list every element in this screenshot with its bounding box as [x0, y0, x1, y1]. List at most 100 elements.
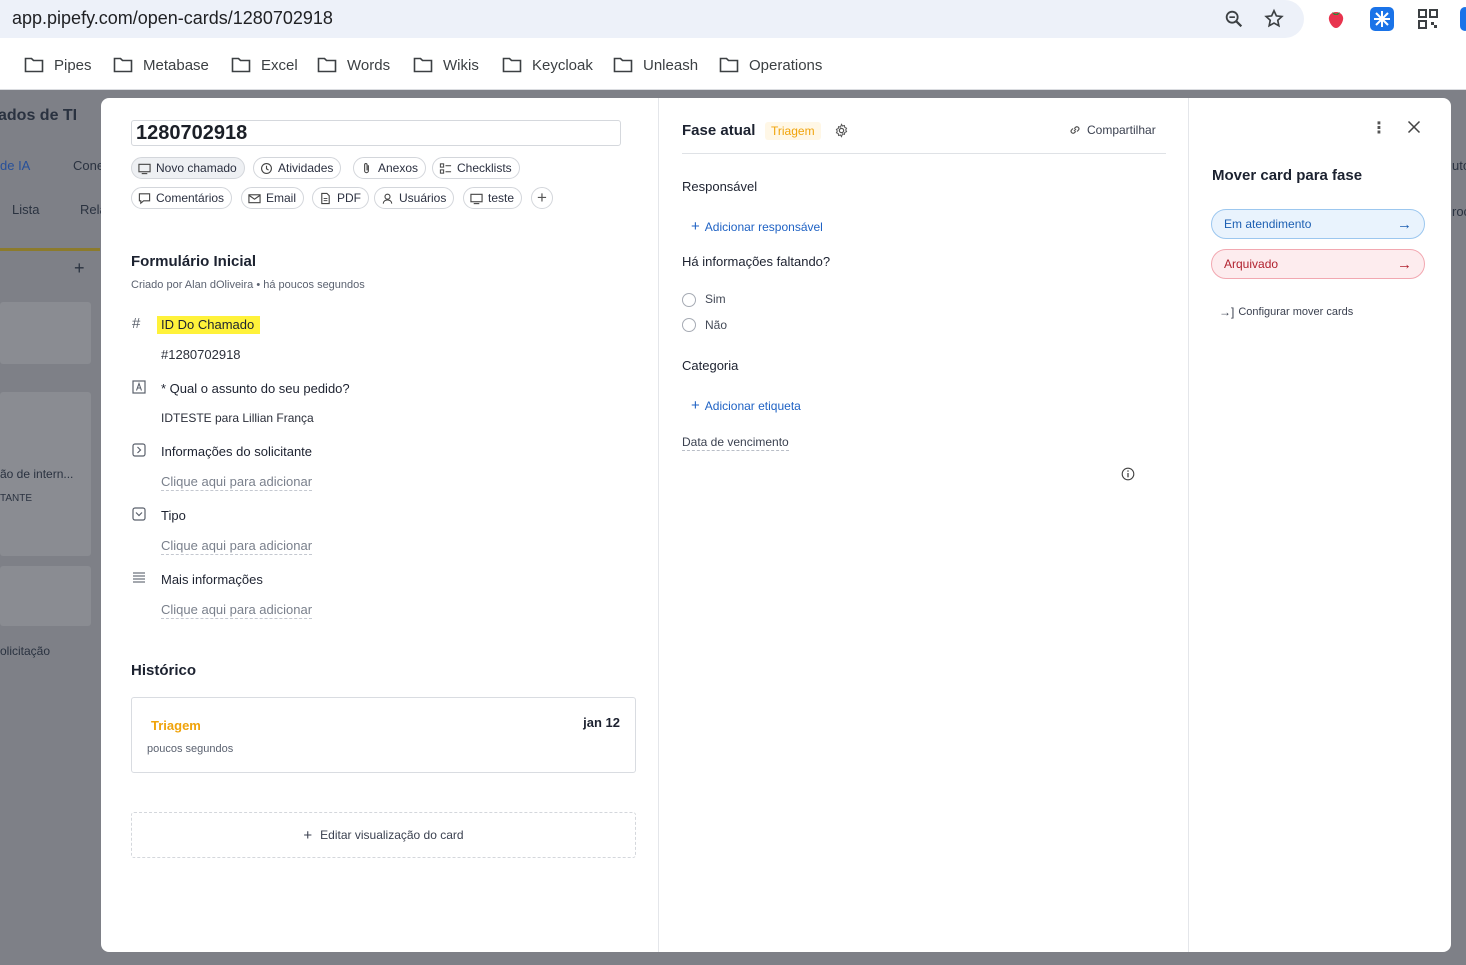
extension-qr-icon[interactable] [1416, 7, 1440, 31]
bookmark-wikis[interactable]: Wikis [413, 54, 479, 76]
share-button[interactable]: Compartilhar [1068, 123, 1156, 137]
history-time: poucos segundos [147, 743, 234, 755]
chip-usuarios[interactable]: Usuários [374, 187, 455, 209]
category-label: Categoria [682, 358, 739, 373]
zoom-icon[interactable] [1223, 8, 1245, 30]
radio-nao[interactable] [682, 318, 696, 332]
field-label-subject: * Qual o assunto do seu pedido? [161, 381, 350, 396]
phase-fields-column: Fase atual Triagem Compartilhar Responsá… [659, 98, 1189, 952]
chip-anexos[interactable]: Anexos [353, 157, 427, 179]
history-entry[interactable]: Triagem jan 12 poucos segundos [131, 697, 636, 773]
document-icon [321, 192, 330, 204]
url-text[interactable]: app.pipefy.com/open-cards/1280702918 [12, 8, 333, 29]
configure-move-cards-link[interactable]: →] Configurar mover cards [1219, 305, 1353, 319]
folder-icon [24, 57, 44, 73]
add-responsible-link[interactable]: + Adicionar responsável [691, 218, 823, 235]
missing-info-label: Há informações faltando? [682, 254, 831, 269]
history-title: Histórico [131, 662, 197, 679]
bg-tab-con: Cone [73, 158, 105, 173]
bg-divider [0, 248, 100, 251]
current-phase-label: Fase atual [682, 122, 756, 139]
bg-card [0, 566, 91, 626]
divider [682, 153, 1166, 154]
extension-strawberry-icon[interactable] [1324, 7, 1348, 31]
chip-pdf[interactable]: PDF [312, 187, 369, 209]
responsible-label: Responsável [682, 179, 758, 194]
card-modal: 1280702918 Novo chamado Atividades Anexo… [101, 98, 1451, 952]
move-to-icon: →] [1219, 305, 1235, 319]
plus-icon: + [691, 218, 700, 235]
field-value-subject[interactable]: IDTESTE para Lillian França [161, 411, 314, 425]
field-label-requester: Informações do solicitante [161, 444, 313, 459]
move-to-em-atendimento-button[interactable]: Em atendimento → [1211, 209, 1425, 239]
folder-icon [113, 57, 133, 73]
extension-snowflake-icon[interactable] [1370, 7, 1394, 31]
history-icon [261, 162, 272, 174]
folder-icon [719, 57, 739, 73]
chip-atividades[interactable]: Atividades [253, 157, 342, 179]
bookmark-excel[interactable]: Excel [231, 54, 298, 76]
bookmark-metabase[interactable]: Metabase [113, 54, 209, 76]
screen-icon [470, 193, 483, 204]
info-icon[interactable] [1121, 467, 1135, 481]
chip-checklists[interactable]: Checklists [432, 157, 520, 179]
close-icon[interactable] [1407, 120, 1421, 134]
bg-tab-ia: de IA [0, 158, 31, 173]
move-card-column: ⋮ Mover card para fase Em atendimento → … [1189, 98, 1451, 952]
paperclip-icon [364, 162, 369, 173]
bookmark-operations[interactable]: Operations [719, 54, 822, 76]
user-icon [382, 193, 393, 204]
more-options-icon[interactable]: ⋮ [1371, 118, 1387, 138]
radio-nao-label: Não [705, 318, 728, 332]
add-requester-link[interactable]: Clique aqui para adicionar [161, 474, 313, 491]
bg-card-text: ão de intern... [0, 467, 74, 481]
add-section-button[interactable]: + [531, 187, 553, 209]
add-more-info-link[interactable]: Clique aqui para adicionar [161, 602, 313, 619]
bookmark-keycloak[interactable]: Keycloak [502, 54, 593, 76]
bookmark-pipes[interactable]: Pipes [24, 54, 92, 76]
move-to-arquivado-button[interactable]: Arquivado → [1211, 249, 1425, 279]
card-title-input[interactable]: 1280702918 [131, 120, 621, 146]
card-details-column: 1280702918 Novo chamado Atividades Anexo… [101, 98, 659, 952]
chip-email[interactable]: Email [241, 187, 305, 209]
plus-icon: + [303, 826, 313, 844]
current-phase-tag: Triagem [765, 122, 821, 140]
add-tag-link[interactable]: + Adicionar etiqueta [691, 397, 801, 414]
field-label-id: ID Do Chamado [157, 316, 261, 334]
chip-novo-chamado[interactable]: Novo chamado [131, 157, 245, 179]
arrow-right-icon: → [1397, 255, 1412, 273]
field-label-more-info: Mais informações [161, 572, 263, 587]
radio-sim-label: Sim [705, 292, 726, 306]
bookmark-unleash[interactable]: Unleash [613, 54, 698, 76]
bg-bottom-text: olicitação [0, 644, 51, 658]
bg-right-text: roc [1452, 204, 1466, 219]
bg-card [0, 302, 91, 364]
connection-icon [132, 443, 146, 457]
due-date-field[interactable]: Data de vencimento [682, 435, 789, 451]
select-icon [132, 507, 146, 521]
edit-card-view-button[interactable]: + Editar visualização do card [131, 812, 636, 858]
gear-icon[interactable] [834, 123, 849, 138]
bookmark-words[interactable]: Words [317, 54, 390, 76]
bookmark-star-icon[interactable] [1263, 8, 1285, 30]
arrow-right-icon: → [1397, 215, 1412, 233]
folder-icon [317, 57, 337, 73]
browser-toolbar: app.pipefy.com/open-cards/1280702918 [0, 0, 1466, 40]
extension-partial-icon[interactable] [1460, 7, 1466, 31]
chip-comentarios[interactable]: Comentários [131, 187, 233, 209]
move-card-title: Mover card para fase [1212, 167, 1363, 184]
mail-icon [248, 193, 261, 203]
field-value-id[interactable]: #1280702918 [161, 347, 241, 362]
bookmarks-bar: : Pipes Metabase Excel Words Wikis Keycl… [0, 40, 1466, 90]
comment-icon [138, 192, 151, 204]
history-phase: Triagem [151, 718, 201, 733]
add-type-link[interactable]: Clique aqui para adicionar [161, 538, 313, 555]
chip-teste[interactable]: teste [463, 187, 523, 209]
bg-add-icon: + [74, 258, 85, 278]
bg-tab-lista: Lista [12, 202, 40, 217]
checklist-icon [439, 162, 452, 174]
radio-sim[interactable] [682, 293, 696, 307]
long-text-icon [133, 572, 145, 583]
form-title: Formulário Inicial [131, 253, 257, 270]
folder-icon [502, 57, 522, 73]
